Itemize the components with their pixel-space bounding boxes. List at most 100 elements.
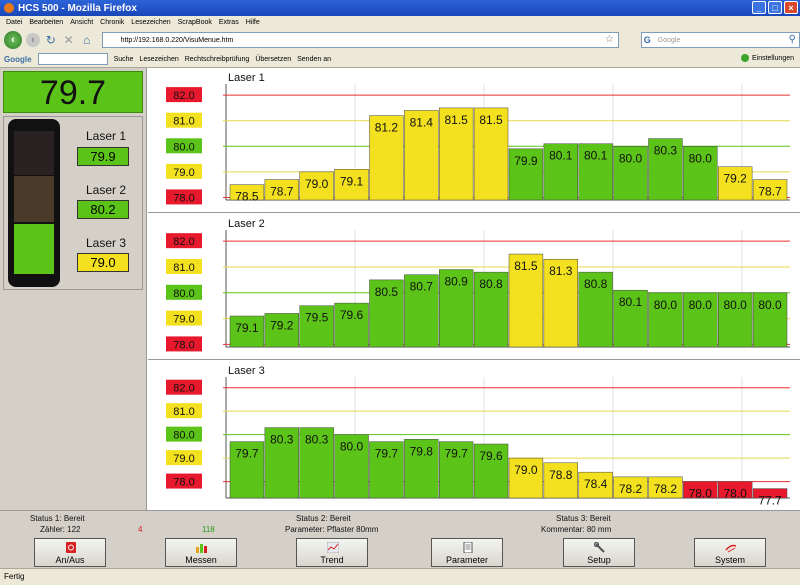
reload-icon[interactable]: ↻: [44, 33, 58, 47]
bar-value-label: 80.1: [584, 149, 608, 163]
home-icon[interactable]: ⌂: [80, 33, 94, 47]
bar-value-label: 78.0: [724, 487, 748, 501]
parameter-button[interactable]: Parameter: [431, 538, 503, 567]
y-tick-label: 78.0: [173, 339, 194, 351]
status-3: Status 3: Bereit: [556, 514, 611, 523]
comment-value: 80 mm: [586, 525, 612, 534]
chart-svg: Laser 1 82.0 81.0 80.0 79.0 78.0 78.5 78.7 79.0 7…: [166, 72, 790, 205]
close-button[interactable]: ×: [784, 1, 798, 14]
menu-hilfe[interactable]: Hilfe: [246, 19, 260, 26]
bar-value-label: 81.5: [479, 113, 503, 127]
google-uebersetzen-button[interactable]: Übersetzen: [255, 56, 291, 63]
y-tick-label: 79.0: [173, 314, 194, 326]
y-tick-label: 81.0: [173, 116, 194, 128]
system-label: System: [714, 555, 745, 565]
google-lesezeichen-button[interactable]: Lesezeichen: [139, 56, 178, 63]
chart-title: Laser 3: [228, 365, 265, 377]
minimize-button[interactable]: _: [752, 1, 766, 14]
browser-status-text: Fertig: [4, 572, 25, 581]
messen-label: Messen: [185, 555, 217, 565]
google-search-field[interactable]: [37, 53, 108, 65]
menu-lesezeichen[interactable]: Lesezeichen: [131, 19, 170, 26]
menu-bearbeiten[interactable]: Bearbeiten: [29, 19, 63, 26]
window-titlebar: HCS 500 - Mozilla Firefox _ □ ×: [0, 0, 800, 16]
bar-value-label: 78.7: [758, 185, 782, 199]
bar-value-label: 80.1: [619, 295, 643, 309]
menu-ansicht[interactable]: Ansicht: [70, 19, 93, 26]
bar-value-label: 80.0: [689, 151, 713, 165]
tube-segment-3: [14, 224, 54, 274]
chart-title: Laser 2: [228, 218, 265, 230]
bar-value-label: 80.3: [305, 433, 329, 447]
menu-chronik[interactable]: Chronik: [100, 19, 124, 26]
google-rechtschreibung-button[interactable]: Rechtschreibprüfung: [185, 56, 250, 63]
y-tick-label: 80.0: [173, 430, 194, 442]
back-button[interactable]: ‹: [4, 31, 22, 49]
menu-extras[interactable]: Extras: [219, 19, 239, 26]
y-tick-label: 81.0: [173, 406, 194, 418]
google-settings-button[interactable]: Einstellungen: [752, 55, 794, 62]
settings-status-icon: [740, 54, 749, 62]
search-icon[interactable]: ⚲: [789, 34, 796, 45]
search-placeholder: Google: [657, 36, 681, 44]
y-tick-label: 82.0: [173, 236, 194, 248]
laser-2-label: Laser 2: [85, 183, 127, 197]
bar-value-label: 80.0: [758, 298, 782, 312]
maximize-button[interactable]: □: [768, 1, 782, 14]
status-area: Status 1: Bereit Zähler: 122 4 118 Statu…: [0, 510, 800, 568]
parameter-value: Pflaster 80mm: [326, 525, 379, 534]
bar-value-label: 79.6: [479, 449, 503, 463]
menu-scrapbook[interactable]: ScrapBook: [178, 19, 212, 26]
status-1: Status 1: Bereit: [30, 514, 85, 523]
status-2: Status 2: Bereit: [296, 514, 351, 523]
menu-datei[interactable]: Datei: [6, 19, 22, 26]
bar-value-label: 79.0: [514, 463, 538, 477]
y-tick-label: 82.0: [173, 383, 194, 395]
setup-button[interactable]: Setup: [563, 538, 635, 567]
bar-value-label: 79.7: [375, 447, 399, 461]
laser-2-chart: Laser 2 82.0 81.0 80.0 79.0 78.0 79.1 79.2 79.5 7…: [148, 214, 800, 360]
chart-title: Laser 1: [228, 72, 265, 84]
laser-summary: Laser 1 79.9 Laser 2 80.2 Laser 3 79.0: [3, 116, 143, 290]
an-aus-button[interactable]: An/Aus: [34, 538, 106, 567]
messen-button[interactable]: Messen: [165, 538, 237, 567]
bar-value-label: 77.7: [758, 494, 782, 508]
bar-value-label: 80.3: [270, 433, 294, 447]
search-input[interactable]: G Google ⚲: [640, 32, 800, 48]
parameter: Parameter: Pflaster 80mm: [285, 525, 378, 534]
y-tick-label: 82.0: [173, 90, 194, 102]
bar-value-label: 79.1: [340, 174, 364, 188]
bar-value-label: 80.5: [375, 285, 399, 299]
url-input[interactable]: http://192.168.0.220/VisuMenue.htm ☆: [101, 32, 619, 48]
bar-value-label: 78.2: [654, 482, 678, 496]
tube-segment-1: [14, 131, 54, 175]
counter: Zähler: 122: [40, 525, 81, 534]
forward-button[interactable]: ›: [25, 33, 40, 47]
bookmark-star-icon[interactable]: ☆: [605, 34, 614, 45]
parameter-label: Parameter:: [285, 525, 325, 534]
google-senden-button[interactable]: Senden an: [297, 56, 331, 63]
stop-icon[interactable]: ✕: [62, 33, 76, 47]
window-title: HCS 500 - Mozilla Firefox: [18, 2, 137, 14]
level-tube: [8, 119, 60, 287]
bar-value-label: 79.5: [305, 311, 329, 325]
bar-value-label: 79.8: [410, 444, 434, 458]
y-tick-label: 79.0: [173, 167, 194, 179]
an-aus-label: An/Aus: [55, 555, 85, 565]
bar-value-label: 80.1: [549, 149, 573, 163]
bar-value-label: 79.7: [445, 447, 469, 461]
laser-3-label: Laser 3: [85, 236, 127, 250]
counter-value: 122: [67, 525, 81, 534]
google-suche-button[interactable]: Suche: [114, 56, 134, 63]
bar-value-label: 80.9: [445, 275, 469, 289]
y-tick-label: 78.0: [173, 477, 194, 489]
y-tick-label: 79.0: [173, 453, 194, 465]
main-content: 79.7 Laser 1 79.9 Laser 2 80.2 Laser 3 7…: [0, 68, 800, 510]
y-tick-label: 81.0: [173, 262, 194, 274]
trend-button[interactable]: Trend: [296, 538, 368, 567]
bar-value-label: 81.2: [375, 121, 399, 135]
google-search-icon: G: [643, 35, 651, 45]
bar-value-label: 81.4: [410, 115, 434, 129]
bar-value-label: 81.3: [549, 264, 573, 278]
system-button[interactable]: System: [694, 538, 766, 567]
